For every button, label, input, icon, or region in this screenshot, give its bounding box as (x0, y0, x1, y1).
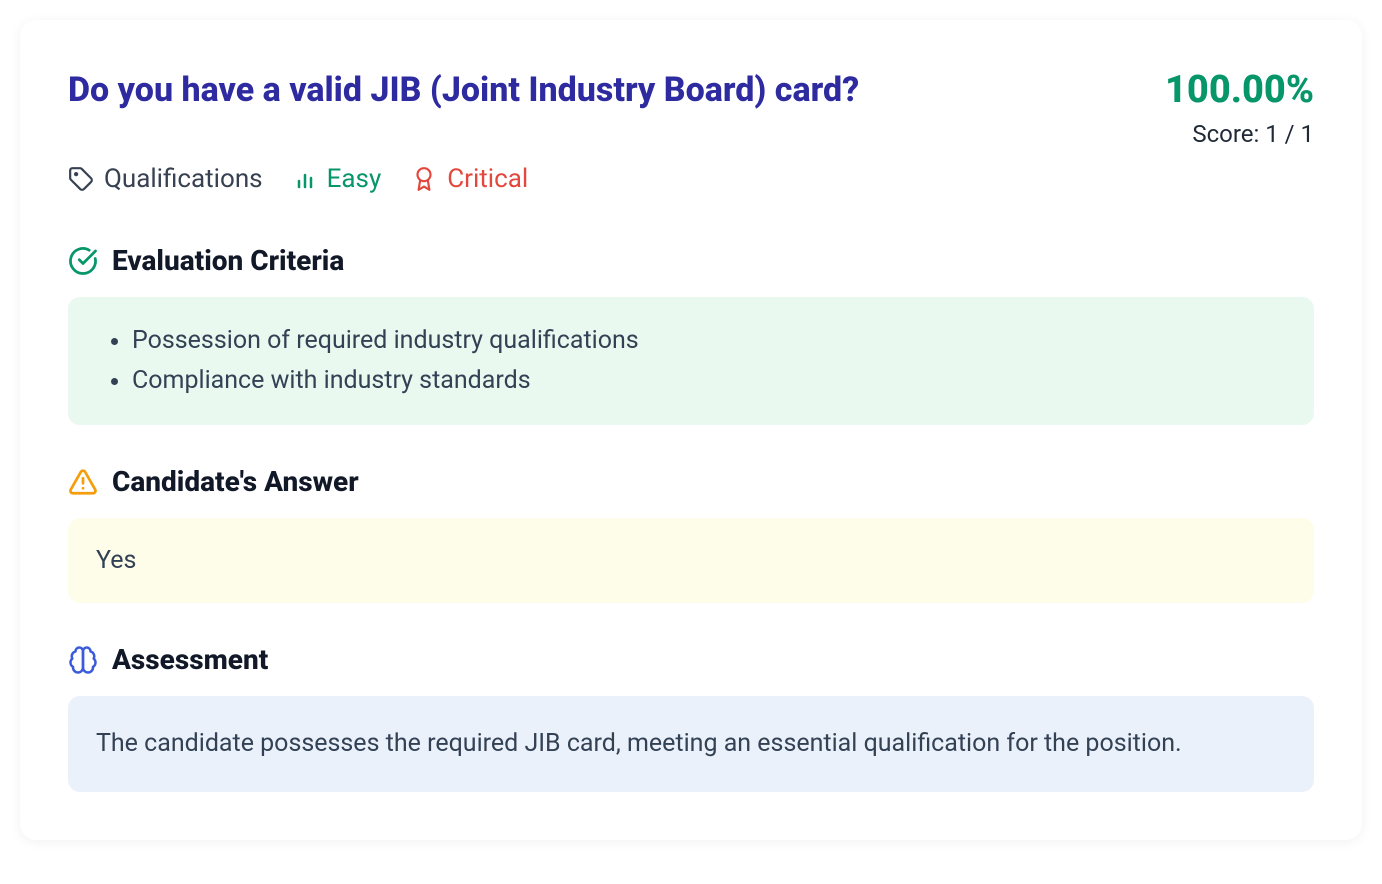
award-icon (411, 166, 437, 192)
question-title: Do you have a valid JIB (Joint Industry … (68, 68, 859, 112)
score-detail: Score: 1 / 1 (1165, 120, 1314, 148)
criteria-section: Evaluation Criteria Possession of requir… (68, 244, 1314, 425)
assessment-title: Assessment (112, 643, 268, 676)
answer-text: Yes (96, 546, 136, 575)
meta-category-label: Qualifications (104, 164, 263, 194)
bar-chart-icon (293, 167, 317, 191)
meta-difficulty: Easy (293, 164, 382, 194)
assessment-header: Assessment (68, 643, 1314, 676)
meta-category: Qualifications (68, 164, 263, 194)
brain-icon (68, 645, 98, 675)
criteria-list: Possession of required industry qualific… (96, 321, 1286, 401)
answer-box: Yes (68, 518, 1314, 603)
answer-title: Candidate's Answer (112, 465, 359, 498)
header-row: Do you have a valid JIB (Joint Industry … (68, 68, 1314, 148)
alert-triangle-icon (68, 467, 98, 497)
meta-row: Qualifications Easy Critical (68, 164, 1314, 194)
meta-difficulty-label: Easy (327, 164, 382, 194)
answer-section: Candidate's Answer Yes (68, 465, 1314, 603)
criteria-item: Compliance with industry standards (132, 361, 1286, 401)
criteria-item: Possession of required industry qualific… (132, 321, 1286, 361)
score-block: 100.00% Score: 1 / 1 (1165, 68, 1314, 148)
meta-priority: Critical (411, 164, 528, 194)
criteria-header: Evaluation Criteria (68, 244, 1314, 277)
criteria-title: Evaluation Criteria (112, 244, 344, 277)
check-circle-icon (68, 246, 98, 276)
criteria-box: Possession of required industry qualific… (68, 297, 1314, 425)
evaluation-card: Do you have a valid JIB (Joint Industry … (20, 20, 1362, 840)
assessment-section: Assessment The candidate possesses the r… (68, 643, 1314, 792)
assessment-box: The candidate possesses the required JIB… (68, 696, 1314, 792)
meta-priority-label: Critical (447, 164, 528, 194)
tag-icon (68, 166, 94, 192)
score-percentage: 100.00% (1165, 68, 1314, 112)
answer-header: Candidate's Answer (68, 465, 1314, 498)
assessment-text: The candidate possesses the required JIB… (96, 729, 1182, 758)
